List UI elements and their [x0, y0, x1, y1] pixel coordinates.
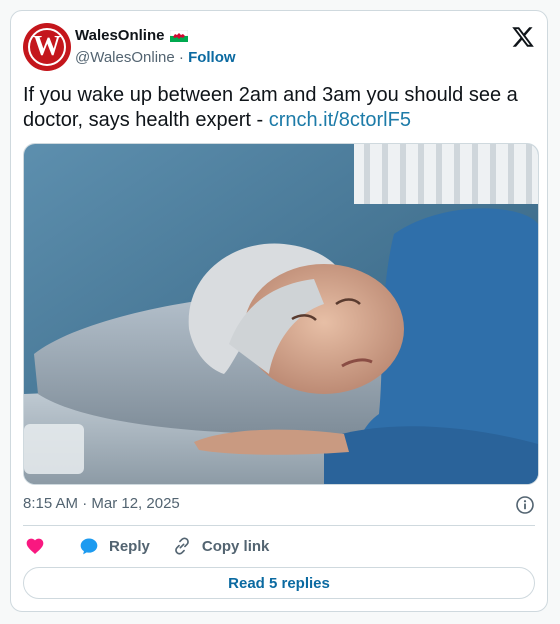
reply-label: Reply [109, 537, 150, 555]
tweet-timestamp[interactable]: 8:15 AM · Mar 12, 2025 [23, 495, 180, 512]
follow-button[interactable]: Follow [188, 49, 236, 66]
x-logo-icon[interactable] [511, 25, 535, 49]
like-button[interactable] [25, 536, 45, 556]
link-icon [174, 537, 189, 555]
copy-link-button[interactable]: Copy link [172, 536, 270, 556]
tweet-actions: Reply Copy link [23, 535, 269, 557]
divider [23, 525, 535, 526]
author-display-name[interactable]: WalesOnline [75, 27, 164, 44]
author-name-row: WalesOnline [75, 27, 189, 44]
info-icon[interactable] [515, 495, 535, 515]
tweet-media-photo[interactable] [23, 143, 539, 485]
copy-link-label: Copy link [201, 537, 270, 555]
heart-icon [26, 538, 44, 554]
avatar-logo: W [28, 28, 66, 66]
read-replies-button[interactable]: Read 5 replies [23, 567, 535, 599]
author-handle[interactable]: @WalesOnline [75, 49, 175, 66]
tweet-link[interactable]: crnch.it/8ctorlF5 [269, 109, 411, 131]
avatar[interactable]: W [23, 23, 71, 71]
reply-button[interactable]: Reply [79, 536, 150, 556]
separator-dot: · [178, 49, 184, 66]
welsh-flag-icon [170, 29, 189, 42]
tweet-text: If you wake up between 2am and 3am you s… [23, 83, 533, 133]
author-handle-row: @WalesOnline · Follow [75, 49, 236, 66]
reply-icon [80, 538, 98, 555]
tweet-card: W WalesOnline @WalesOnline · Follow If y… [10, 10, 548, 612]
photo-woman-lying-awake-in-bed [24, 144, 538, 484]
